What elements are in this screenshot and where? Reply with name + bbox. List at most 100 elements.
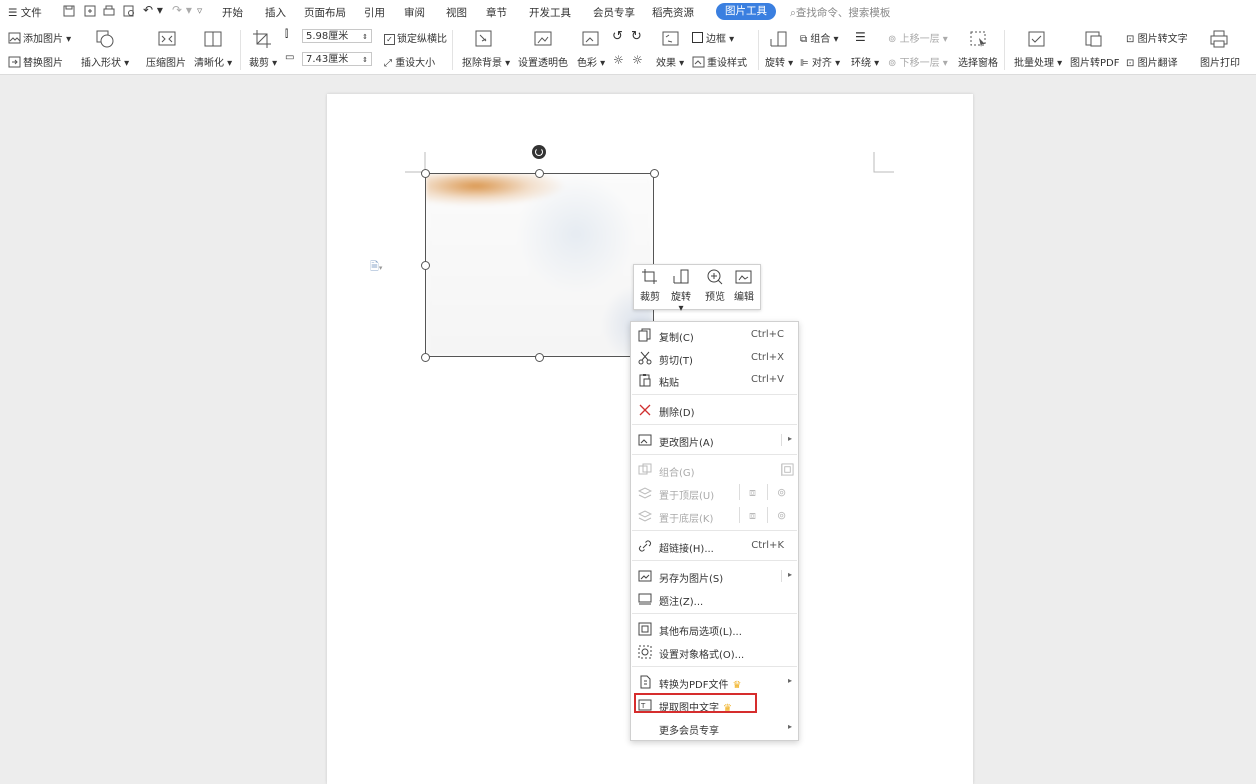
batch-button[interactable]: 批量处理 ▾ — [1014, 54, 1062, 69]
menu-item-paste[interactable]: 粘贴 Ctrl+V — [631, 369, 798, 391]
height-stepper[interactable]: ⇕ — [362, 53, 368, 67]
resize-handle[interactable] — [535, 353, 544, 362]
print-icon[interactable] — [102, 4, 116, 18]
send-to-back-quick-icon[interactable]: ⧈ — [749, 509, 756, 523]
tab-page-layout[interactable]: 页面布局 — [304, 5, 346, 20]
rotate-handle-icon[interactable] — [532, 145, 546, 159]
export-icon[interactable] — [83, 4, 97, 18]
crop-button[interactable]: 裁剪 ▾ — [249, 54, 277, 69]
undo-icon[interactable]: ↶ ▾ — [143, 3, 163, 17]
rotate-left-icon[interactable]: ↺ — [612, 29, 623, 44]
menu-item-hyperlink[interactable]: 超链接(H)... Ctrl+K — [631, 535, 798, 557]
image-print-button[interactable]: 图片打印 — [1200, 54, 1240, 69]
translate-button[interactable]: ⊡ 图片翻译 — [1126, 54, 1178, 69]
menu-item-delete[interactable]: 删除(D) — [631, 399, 798, 421]
resize-handle[interactable] — [535, 169, 544, 178]
menu-item-layout-options[interactable]: 其他布局选项(L)... — [631, 618, 798, 640]
to-pdf-button[interactable]: 图片转PDF — [1070, 54, 1119, 69]
selected-image[interactable] — [425, 173, 654, 357]
border-button[interactable]: 边框 ▾ — [692, 30, 734, 45]
bring-forward-quick-icon[interactable]: ⊚ — [777, 486, 786, 499]
checkbox-checked-icon: ✓ — [384, 34, 395, 45]
file-menu[interactable]: ☰ 文件 — [8, 5, 42, 20]
brightness-icon[interactable]: ☼ — [613, 53, 624, 67]
width-field[interactable]: 5.98厘米 ⇕ — [302, 29, 372, 43]
tab-review[interactable]: 审阅 — [404, 5, 425, 20]
clarity-icon — [204, 31, 222, 47]
tab-insert[interactable]: 插入 — [265, 5, 286, 20]
width-stepper[interactable]: ⇕ — [362, 30, 368, 44]
insert-shape-button[interactable]: 插入形状 ▾ — [81, 54, 129, 69]
resize-handle[interactable] — [650, 169, 659, 178]
group-button[interactable]: ⧉ 组合 ▾ — [800, 30, 839, 45]
send-backward-quick-icon[interactable]: ⊚ — [777, 509, 786, 522]
resize-handle[interactable] — [421, 261, 430, 270]
tab-developer[interactable]: 开发工具 — [529, 5, 571, 20]
menu-item-format-object[interactable]: 设置对象格式(O)... — [631, 641, 798, 663]
float-edit-button[interactable]: 编辑 — [730, 268, 758, 303]
tab-references[interactable]: 引用 — [364, 5, 385, 20]
menu-item-label: 另存为图片(S) — [659, 574, 724, 585]
tab-view[interactable]: 视图 — [446, 5, 467, 20]
effect-icon — [662, 31, 679, 46]
menu-item-group[interactable]: 组合(G) — [631, 459, 798, 481]
menu-item-shortcut: Ctrl+V — [750, 374, 784, 385]
bring-forward-label: 上移一层 — [899, 34, 940, 45]
quick-access-dropdown-icon[interactable]: ▿ — [197, 5, 202, 17]
lock-ratio-checkbox[interactable]: ✓ 锁定纵横比 — [384, 30, 447, 45]
menu-item-label: 其他布局选项(L)... — [659, 627, 742, 638]
clarity-button[interactable]: 清晰化 ▾ — [194, 54, 232, 69]
menu-item-shortcut: Ctrl+X — [750, 352, 784, 363]
menu-item-more-vip[interactable]: 更多会员专享 ▸ — [631, 717, 798, 739]
select-pane-icon — [970, 31, 986, 47]
tab-home[interactable]: 开始 — [222, 5, 243, 20]
float-crop-button[interactable]: 裁剪 — [636, 268, 664, 303]
tab-docer[interactable]: 稻壳资源 — [652, 5, 694, 20]
set-transparent-button[interactable]: 设置透明色 — [518, 54, 568, 69]
float-preview-button[interactable]: 预览 — [701, 268, 729, 303]
contrast-icon[interactable]: ☼ — [632, 53, 643, 67]
menu-item-save-as-image[interactable]: 另存为图片(S) ▸ — [631, 565, 798, 587]
paste-icon — [639, 374, 651, 387]
menu-item-caption[interactable]: 题注(Z)... — [631, 588, 798, 610]
tab-picture-tools[interactable]: 图片工具 — [716, 3, 776, 20]
reset-size-button[interactable]: ⤢ 重设大小 — [384, 54, 435, 69]
menu-item-copy[interactable]: 复制(C) Ctrl+C — [631, 324, 798, 346]
menu-item-change-image[interactable]: 更改图片(A) ▸ — [631, 429, 798, 451]
print-preview-icon[interactable] — [122, 4, 136, 18]
menu-item-send-to-back[interactable]: 置于底层(K) ⧈ ⊚ — [631, 505, 798, 527]
save-icon[interactable] — [62, 4, 76, 18]
select-pane-button[interactable]: 选择窗格 — [958, 54, 998, 69]
reset-style-button[interactable]: 重设样式 — [692, 54, 747, 69]
send-backward-button[interactable]: ⊚ 下移一层 ▾ — [888, 54, 948, 69]
menu-split-divider — [781, 570, 782, 582]
replace-image-button[interactable]: 替换图片 — [8, 54, 63, 69]
float-rotate-button[interactable]: 旋转 ▾ — [667, 268, 695, 314]
tab-member[interactable]: 会员专享 — [593, 5, 635, 20]
rotate-right-icon[interactable]: ↻ — [631, 29, 642, 44]
menu-item-label: 剪切(T) — [659, 356, 693, 367]
command-search[interactable]: ⌕查找命令、搜索模板 — [790, 5, 890, 20]
bring-to-front-quick-icon[interactable]: ⧈ — [749, 486, 756, 500]
bring-forward-button[interactable]: ⊚ 上移一层 ▾ — [888, 30, 948, 45]
tab-sections[interactable]: 章节 — [486, 5, 507, 20]
to-text-button[interactable]: ⊡ 图片转文字 — [1126, 30, 1188, 45]
menu-item-convert-pdf[interactable]: 转换为PDF文件 ♛ ▸ — [631, 671, 798, 693]
height-field[interactable]: 7.43厘米 ⇕ — [302, 52, 372, 66]
menu-item-label: 超链接(H)... — [659, 544, 714, 555]
redo-icon[interactable]: ↷ ▾ — [172, 3, 192, 17]
remove-bg-button[interactable]: 抠除背景 ▾ — [462, 54, 510, 69]
resize-handle[interactable] — [421, 353, 430, 362]
menu-item-cut[interactable]: 剪切(T) Ctrl+X — [631, 347, 798, 369]
menu-item-bring-to-front[interactable]: 置于顶层(U) ⧈ ⊚ — [631, 482, 798, 504]
wrap-button[interactable]: 环绕 ▾ — [851, 54, 879, 69]
menu-divider — [632, 666, 797, 667]
rotate-button[interactable]: 旋转 ▾ — [765, 54, 793, 69]
compress-button[interactable]: 压缩图片 — [146, 54, 186, 69]
resize-handle[interactable] — [421, 169, 430, 178]
effect-button[interactable]: 效果 ▾ — [656, 54, 684, 69]
color-button[interactable]: 色彩 ▾ — [577, 54, 605, 69]
add-image-button[interactable]: 添加图片 ▾ — [8, 30, 71, 45]
align-button[interactable]: ⊫ 对齐 ▾ — [800, 54, 840, 69]
anchor-icon[interactable]: 🗎▾ — [370, 258, 382, 277]
